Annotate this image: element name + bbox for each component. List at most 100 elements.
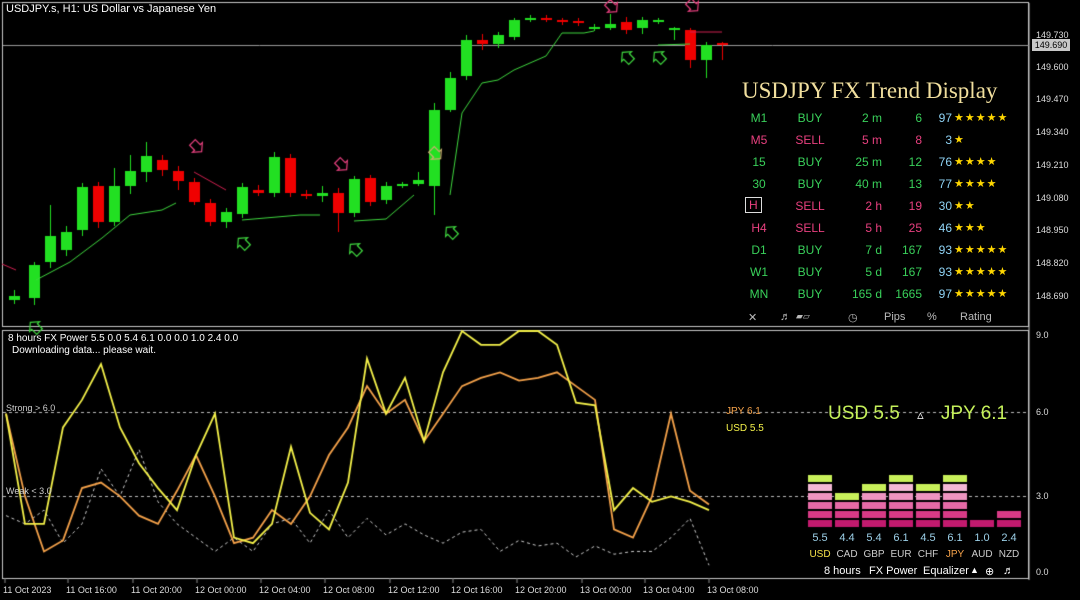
weak-level-label: Weak < 3.0 [6,486,52,496]
triangle-icon: ▵ [917,407,924,422]
trend-row[interactable]: D1 BUY 7 d 167 93 ★★★★★ [742,243,1032,263]
trend-timeframe: H [745,197,762,213]
trend-rating-stars: ★ [954,134,965,146]
trend-duration: 7 d [865,243,882,257]
trend-row[interactable]: H4 SELL 5 h 25 46 ★★★ [742,221,1032,241]
trend-rating-stars: ★★★★★ [954,244,1009,256]
trend-duration: 5 m [861,133,882,147]
trend-row[interactable]: M5 SELL 5 m 8 3 ★ [742,133,1032,153]
trend-duration: 5 d [865,265,882,279]
trend-duration: 2 h [865,199,882,213]
trend-timeframe: 15 [752,155,766,169]
time-axis-label: 12 Oct 20:00 [515,585,567,595]
trend-rating-stars: ★★★★★ [954,266,1009,278]
trend-timeframe: 30 [752,177,766,191]
trend-percent: 77 [938,177,952,191]
trend-percent: 97 [938,111,952,125]
dropdown-icon[interactable]: ▲ [970,565,979,575]
price-axis-label: 149.210 [1036,160,1069,170]
eq-name: FX Power [869,565,918,577]
trend-row[interactable]: 15 BUY 25 m 12 76 ★★★★ [742,155,1032,175]
trend-duration: 165 d [851,287,882,301]
time-axis-label: 12 Oct 12:00 [388,585,440,595]
equalizer-value: 1.0 [974,532,990,544]
eq-mode[interactable]: Equalizer [923,565,969,577]
time-axis-label: 11 Oct 2023 [3,585,52,595]
sound-icon[interactable]: ♬ [780,311,791,323]
sound-icon[interactable]: ♬ [1003,565,1014,577]
equalizer-currency: EUR [890,549,912,560]
trend-row[interactable]: MN BUY 165 d 1665 97 ★★★★★ [742,287,1032,307]
usd-strength: USD 5.5 [828,403,900,424]
trend-row[interactable]: 30 BUY 40 m 13 77 ★★★★ [742,177,1032,197]
trend-timeframe: M5 [750,133,768,147]
trend-percent: 93 [938,243,952,257]
trend-duration: 2 m [861,111,882,125]
indicator-axis-label: 0.0 [1036,567,1049,577]
crosshair-icon[interactable]: ⊕ [985,565,994,578]
trend-rating-stars: ★★ [954,200,976,212]
trend-row[interactable]: W1 BUY 5 d 167 93 ★★★★★ [742,265,1032,285]
trend-percent: 76 [938,155,952,169]
equalizer-value: 4.5 [920,532,936,544]
trend-timeframe: H4 [751,221,767,235]
equalizer-currency: JPY [945,549,965,560]
indicator-axis-label: 9.0 [1036,330,1049,340]
time-axis-label: 12 Oct 16:00 [451,585,503,595]
trend-timeframe: MN [749,287,769,301]
trend-timeframe: M1 [750,111,768,125]
price-axis-label: 149.470 [1036,94,1069,104]
trend-percent: 30 [938,199,952,213]
trend-direction: BUY [797,177,823,191]
price-axis-label: 148.690 [1036,291,1069,301]
close-icon[interactable]: ✕ [748,311,757,324]
time-axis-label: 12 Oct 00:00 [195,585,247,595]
trend-direction: BUY [797,287,823,301]
time-axis-label: 11 Oct 20:00 [131,585,182,595]
price-axis-label: 148.950 [1036,225,1069,235]
time-axis-label: 11 Oct 16:00 [66,585,117,595]
trend-rating-stars: ★★★ [954,222,987,234]
price-axis-label: 148.820 [1036,258,1069,268]
trend-pips: 13 [908,177,922,191]
equalizer-currency: CHF [917,549,939,560]
time-axis-label: 13 Oct 04:00 [643,585,695,595]
trend-pips: 167 [901,243,922,257]
price-axis-label: 149.600 [1036,62,1069,72]
trend-percent: 46 [938,221,952,235]
eq-period[interactable]: 8 hours [824,565,861,577]
trend-pips: 1665 [895,287,922,301]
trend-pips: 167 [901,265,922,279]
equalizer-currency: NZD [998,549,1020,560]
equalizer-currency: USD [809,549,831,560]
trend-duration: 5 h [865,221,882,235]
trend-row[interactable]: M1 BUY 2 m 6 97 ★★★★★ [742,111,1032,131]
time-axis-label: 13 Oct 00:00 [580,585,632,595]
equalizer-value: 6.1 [947,532,963,544]
trend-rating-stars: ★★★★★ [954,288,1009,300]
trend-row[interactable]: H SELL 2 h 19 30 ★★ [742,197,1032,219]
trend-rating-stars: ★★★★★ [954,112,1009,124]
wave-icon[interactable]: ▰▱ [796,311,810,322]
trend-direction: BUY [797,155,823,169]
time-axis-label: 12 Oct 04:00 [259,585,311,595]
trend-percent: 97 [938,287,952,301]
trend-timeframe: D1 [751,243,767,257]
price-axis-label: 149.340 [1036,127,1069,137]
chart-title: USDJPY.s, H1: US Dollar vs Japanese Yen [6,3,217,15]
trend-display-title: USDJPY FX Trend Display [742,78,998,103]
strong-level-label: Strong > 6.0 [6,403,56,413]
price-axis-label: 149.080 [1036,193,1069,203]
trend-pips: 8 [915,133,922,147]
clock-icon: ◷ [848,312,858,324]
equalizer-value: 6.1 [893,532,909,544]
trend-rating-stars: ★★★★ [954,156,998,168]
trend-direction: SELL [795,221,825,235]
trend-pips: 6 [915,111,922,125]
trend-pips: 25 [908,221,922,235]
indicator-axis-label: 3.0 [1036,491,1049,501]
trend-direction: SELL [795,199,825,213]
pair-strength-readout: USD 5.5 ▵ JPY 6.1 [828,403,1007,425]
time-axis-label: 13 Oct 08:00 [707,585,759,595]
jpy-strength: JPY 6.1 [940,403,1008,424]
